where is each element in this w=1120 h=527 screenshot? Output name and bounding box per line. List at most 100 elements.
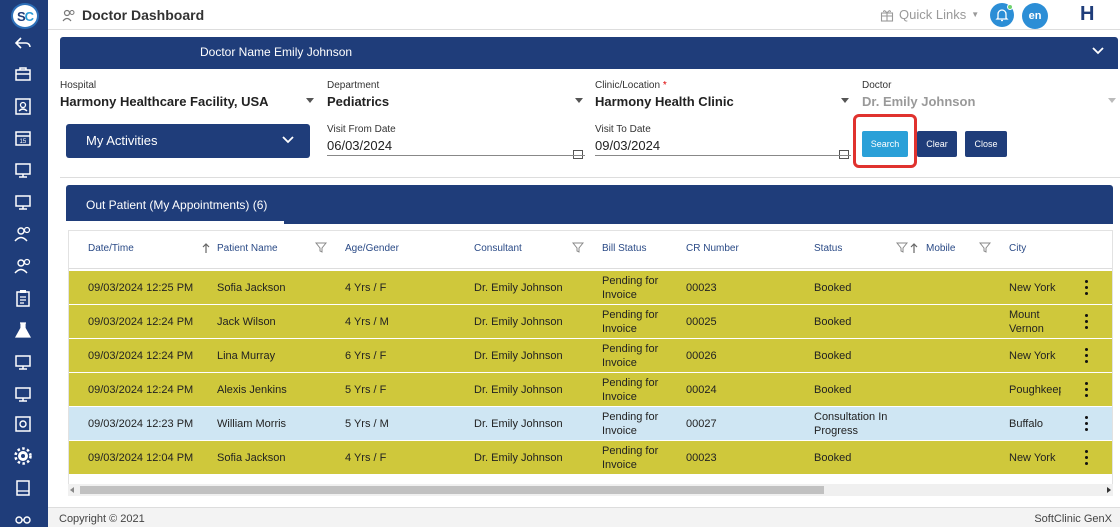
- caret-down-icon: [1108, 98, 1116, 103]
- doctor-value: Dr. Emily Johnson: [862, 94, 976, 109]
- close-button[interactable]: Close: [965, 131, 1007, 157]
- cell-age: 4 Yrs / F: [345, 452, 387, 464]
- visit-from-date-field[interactable]: Visit From Date 06/03/2024: [327, 124, 585, 159]
- gear-icon[interactable]: [12, 445, 34, 467]
- visit-to-value[interactable]: 09/03/2024: [595, 138, 851, 153]
- cell-status: Booked: [814, 452, 852, 464]
- cell-city: Buffalo: [1009, 418, 1044, 430]
- table-row[interactable]: 09/03/2024 12:24 PM Alexis Jenkins 5 Yrs…: [69, 373, 1112, 407]
- sort-arrow-up-icon[interactable]: [909, 242, 919, 254]
- cell-status: Booked: [814, 282, 852, 294]
- column-header-city[interactable]: City: [1009, 243, 1026, 254]
- app-logo[interactable]: SC: [11, 3, 39, 29]
- users-icon[interactable]: [12, 255, 34, 277]
- row-menu-icon[interactable]: [1085, 348, 1089, 364]
- column-header-age-gender[interactable]: Age/Gender: [345, 243, 399, 254]
- hospital-logo-icon: H: [1080, 3, 1095, 25]
- filter-icon[interactable]: [572, 242, 584, 253]
- field-underline: [595, 155, 851, 156]
- row-menu-icon[interactable]: [1085, 450, 1089, 466]
- row-menu-icon[interactable]: [1085, 314, 1089, 330]
- clinic-label-text: Clinic/Location: [595, 80, 661, 91]
- flask-icon[interactable]: [12, 319, 34, 341]
- cell-bill-status: Pending for Invoice: [602, 342, 658, 370]
- scroll-right-arrow-icon[interactable]: [1107, 487, 1111, 493]
- column-header-datetime[interactable]: Date/Time: [88, 243, 134, 254]
- column-header-mobile[interactable]: Mobile: [926, 243, 955, 254]
- cell-bill-status: Pending for Invoice: [602, 376, 658, 404]
- clear-button[interactable]: Clear: [917, 131, 957, 157]
- bill-status-line1: Pending for: [602, 309, 659, 321]
- bill-status-line2: Invoice: [602, 391, 637, 403]
- doctor-icon: [62, 9, 75, 22]
- notification-bell-icon[interactable]: [990, 3, 1014, 27]
- scroll-left-arrow-icon[interactable]: [70, 487, 74, 493]
- doctor-name-bar[interactable]: Doctor Name Emily Johnson: [60, 37, 1118, 69]
- book-icon[interactable]: [12, 477, 34, 499]
- table-row[interactable]: 09/03/2024 12:04 PM Sofia Jackson 4 Yrs …: [69, 441, 1112, 475]
- cell-patient: Sofia Jackson: [217, 282, 286, 294]
- id-card-icon[interactable]: [12, 95, 34, 117]
- product-name: SoftClinic GenX: [1034, 513, 1112, 525]
- table-row[interactable]: 09/03/2024 12:24 PM Jack Wilson 4 Yrs / …: [69, 305, 1112, 339]
- table-row[interactable]: 09/03/2024 12:24 PM Lina Murray 6 Yrs / …: [69, 339, 1112, 373]
- bill-status-line2: Invoice: [602, 357, 637, 369]
- hospital-select[interactable]: Hospital Harmony Healthcare Facility, US…: [60, 80, 316, 110]
- quick-links-menu[interactable]: Quick Links ▼: [880, 7, 979, 22]
- monitor-icon[interactable]: [12, 191, 34, 213]
- cell-patient: Sofia Jackson: [217, 452, 286, 464]
- briefcase-icon[interactable]: [12, 63, 34, 85]
- users-icon[interactable]: [12, 223, 34, 245]
- filter-icon[interactable]: [896, 242, 908, 253]
- city-line2: Vernon: [1009, 323, 1044, 335]
- cell-age: 5 Yrs / M: [345, 418, 389, 430]
- row-menu-icon[interactable]: [1085, 280, 1089, 296]
- cell-city: Mount Vernon: [1009, 308, 1044, 336]
- clinic-select[interactable]: Clinic/Location * Harmony Health Clinic: [595, 80, 851, 110]
- cell-cr-number: 00023: [686, 282, 717, 294]
- cell-consultant: Dr. Emily Johnson: [474, 384, 563, 396]
- visit-to-label: Visit To Date: [595, 124, 651, 135]
- cell-status: Consultation In Progress: [814, 410, 887, 438]
- column-header-consultant[interactable]: Consultant: [474, 243, 522, 254]
- field-underline: [327, 155, 585, 156]
- clipboard-icon[interactable]: [12, 287, 34, 309]
- table-row[interactable]: 09/03/2024 12:25 PM Sofia Jackson 4 Yrs …: [69, 271, 1112, 305]
- quick-links-label[interactable]: Quick Links: [899, 7, 966, 22]
- glasses-icon[interactable]: [12, 507, 34, 527]
- cell-consultant: Dr. Emily Johnson: [474, 452, 563, 464]
- back-arrow-icon[interactable]: [12, 33, 34, 55]
- monitor-icon[interactable]: [12, 159, 34, 181]
- column-header-patient[interactable]: Patient Name: [217, 243, 278, 254]
- filter-icon[interactable]: [315, 242, 327, 253]
- row-menu-icon[interactable]: [1085, 382, 1089, 398]
- monitor-icon[interactable]: [12, 383, 34, 405]
- calendar-icon[interactable]: 15: [12, 127, 34, 149]
- scrollbar-thumb[interactable]: [80, 486, 824, 494]
- page-title-text: Doctor Dashboard: [82, 7, 205, 23]
- monitor-icon[interactable]: [12, 351, 34, 373]
- cell-patient: Jack Wilson: [217, 316, 276, 328]
- hospital-label: Hospital: [60, 80, 97, 91]
- language-selector[interactable]: en: [1022, 3, 1048, 29]
- column-header-status[interactable]: Status: [814, 243, 842, 254]
- visit-from-value[interactable]: 06/03/2024: [327, 138, 585, 153]
- filter-icon[interactable]: [979, 242, 991, 253]
- department-select[interactable]: Department Pediatrics: [327, 80, 585, 110]
- column-header-bill-status[interactable]: Bill Status: [602, 243, 646, 254]
- row-menu-icon[interactable]: [1085, 416, 1089, 432]
- tab-out-patient[interactable]: Out Patient (My Appointments) (6): [66, 185, 284, 224]
- my-activities-dropdown[interactable]: My Activities: [66, 124, 310, 158]
- sort-arrow-up-icon[interactable]: [201, 242, 211, 254]
- gift-icon: [880, 9, 894, 22]
- chevron-down-icon[interactable]: [1092, 47, 1104, 55]
- appointments-table: Date/Time Patient Name Age/Gender Consul…: [68, 230, 1113, 496]
- footer: Copyright © 2021 SoftClinic GenX: [48, 507, 1120, 527]
- cell-datetime: 09/03/2024 12:23 PM: [88, 418, 194, 430]
- table-row[interactable]: 09/03/2024 12:23 PM William Morris 5 Yrs…: [69, 407, 1112, 441]
- visit-to-date-field[interactable]: Visit To Date 09/03/2024: [595, 124, 851, 159]
- horizontal-scrollbar[interactable]: [68, 484, 1113, 496]
- column-header-cr-number[interactable]: CR Number: [686, 243, 739, 254]
- money-icon[interactable]: [12, 413, 34, 435]
- cell-cr-number: 00027: [686, 418, 717, 430]
